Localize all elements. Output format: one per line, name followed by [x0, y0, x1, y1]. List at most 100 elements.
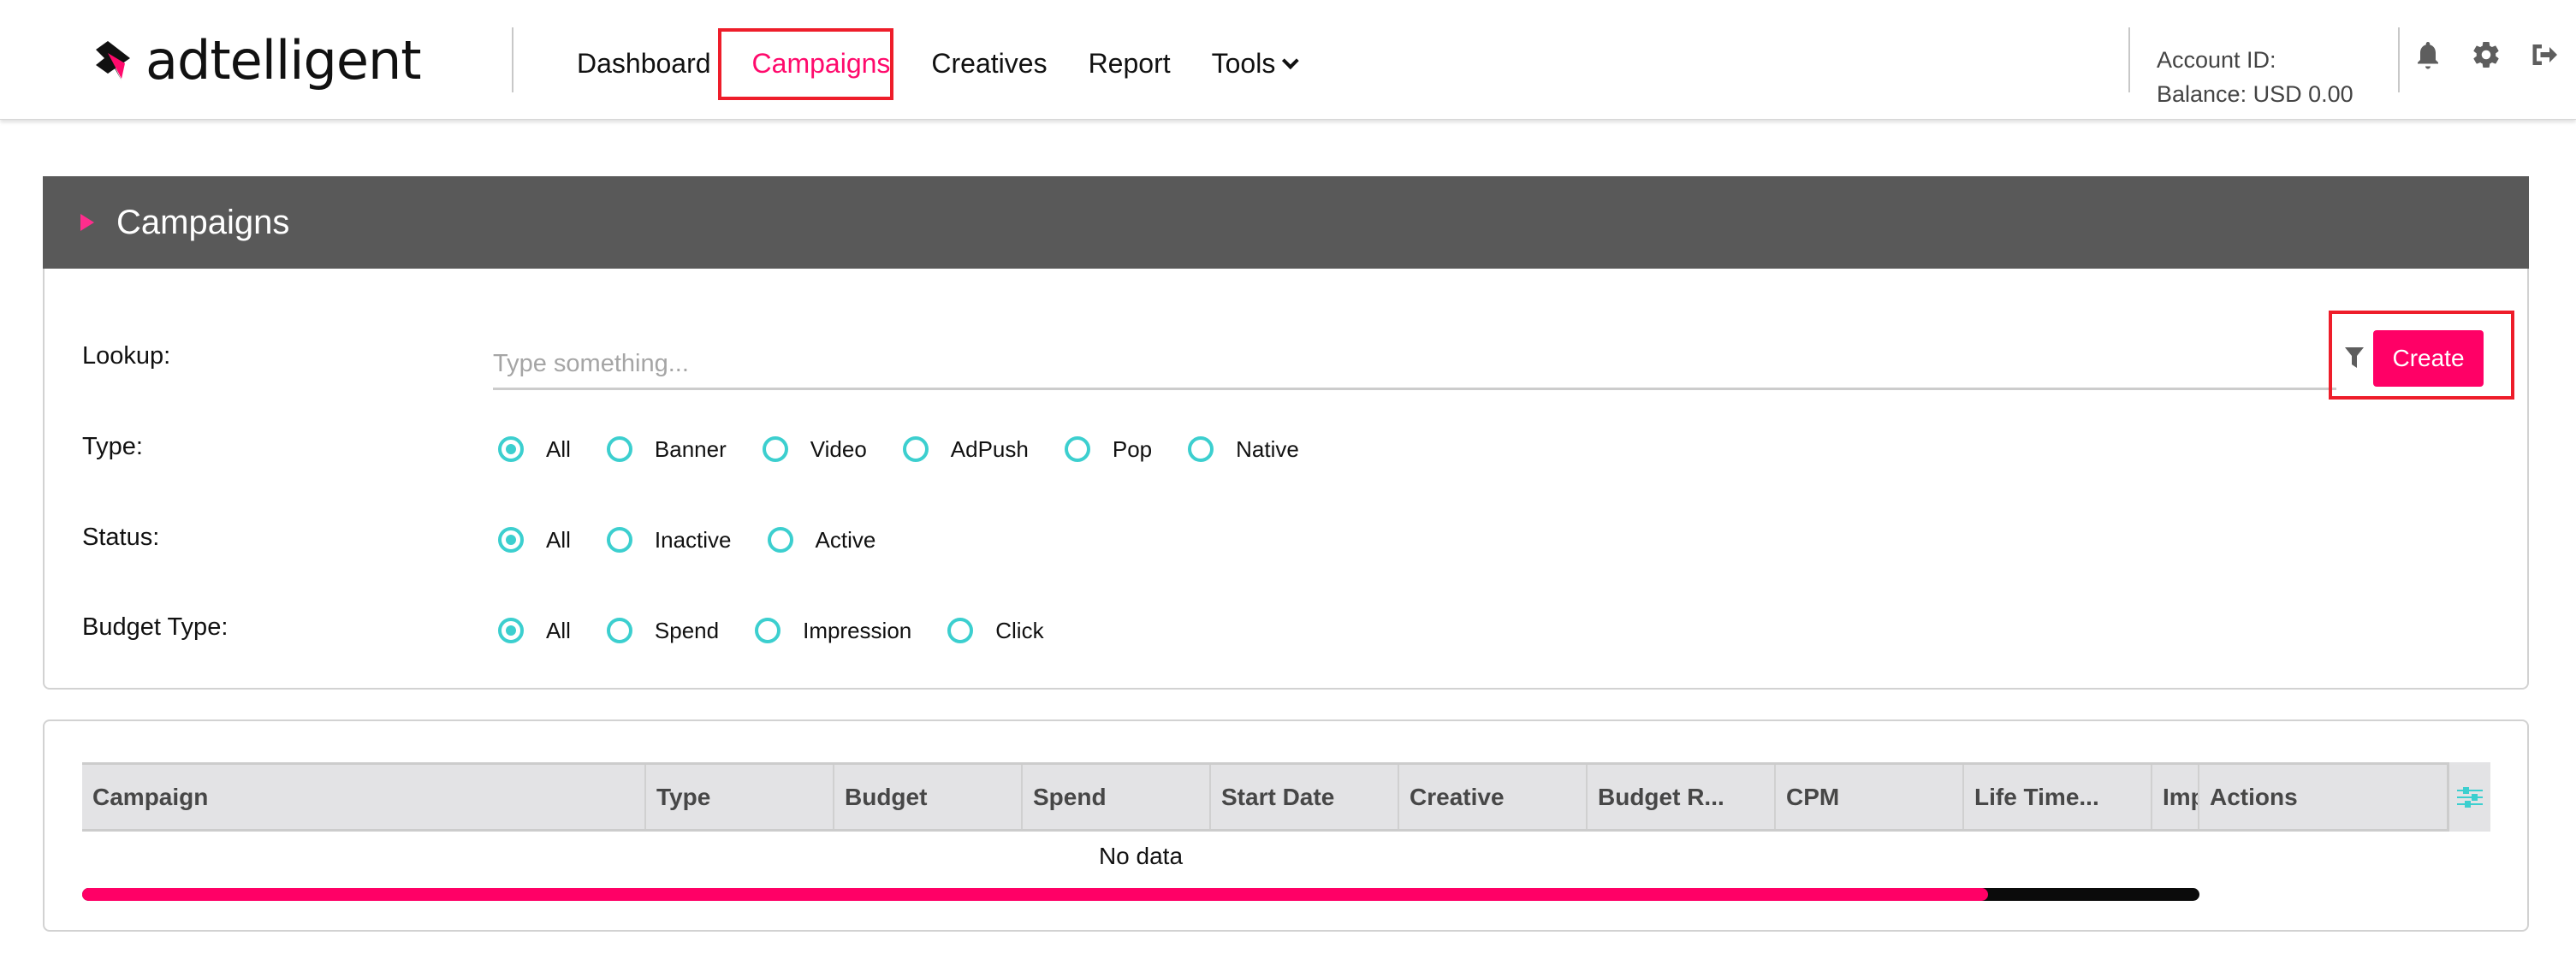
radio-unchecked-icon	[1188, 436, 1214, 462]
bell-icon	[2418, 42, 2438, 69]
radio-unchecked-icon	[767, 527, 793, 553]
status-radio-inactive[interactable]: Inactive	[606, 526, 732, 554]
column-header-creative[interactable]: Creative	[1399, 765, 1588, 829]
radio-label: Impression	[803, 617, 912, 643]
notifications-button[interactable]	[2412, 38, 2444, 72]
table-header-row: Campaign Type Budget Spend Start Date Cr…	[82, 762, 2449, 832]
empty-state-text: No data	[1098, 843, 1184, 869]
type-radio-banner[interactable]: Banner	[606, 435, 727, 463]
brand-name: adtelligent	[145, 29, 422, 92]
radio-unchecked-icon	[1064, 436, 1090, 462]
column-header-start-date[interactable]: Start Date	[1211, 765, 1399, 829]
status-radio-all[interactable]: All	[498, 527, 571, 554]
radio-label: Pop	[1112, 435, 1153, 462]
top-navbar: adtelligent Dashboard Campaigns Creative…	[0, 0, 2576, 120]
radio-unchecked-icon	[606, 436, 632, 462]
account-info: Account ID: Balance: USD 0.00	[2157, 43, 2353, 111]
radio-label: Video	[810, 435, 867, 462]
nav-tools-dropdown[interactable]: Tools	[1191, 27, 1315, 99]
main-nav: Dashboard Campaigns Creatives Report Too…	[556, 26, 1315, 101]
filter-icon[interactable]	[2345, 347, 2364, 368]
radio-label: AdPush	[950, 435, 1029, 462]
radio-unchecked-icon	[755, 618, 781, 643]
account-id: Account ID:	[2157, 43, 2353, 77]
budget-type-radio-group: All Spend Impression Click	[498, 613, 1080, 648]
status-radio-active[interactable]: Active	[767, 526, 876, 554]
header-divider	[2128, 27, 2130, 92]
radio-label: Native	[1236, 435, 1299, 462]
radio-label: Inactive	[654, 526, 732, 553]
radio-unchecked-icon	[606, 618, 632, 643]
filter-panel	[43, 269, 2529, 690]
column-settings-button[interactable]	[2449, 762, 2490, 832]
radio-label: Banner	[654, 435, 727, 462]
panel-title: Campaigns	[116, 203, 290, 241]
nav-campaigns[interactable]: Campaigns	[732, 27, 911, 99]
account-balance: Balance: USD 0.00	[2157, 81, 2353, 107]
radio-label: Active	[815, 526, 876, 553]
settings-button[interactable]	[2470, 38, 2502, 72]
radio-checked-icon	[498, 618, 524, 643]
radio-unchecked-icon	[762, 436, 788, 462]
radio-label: Spend	[654, 617, 720, 643]
header-divider	[2398, 27, 2400, 92]
status-label: Status:	[82, 524, 160, 551]
header-divider	[512, 27, 513, 92]
chevron-down-icon	[1282, 52, 1300, 70]
type-radio-native[interactable]: Native	[1188, 436, 1299, 463]
lookup-label: Lookup:	[82, 342, 171, 370]
radio-label: All	[546, 617, 571, 643]
type-radio-video[interactable]: Video	[762, 435, 867, 463]
nav-report-label: Report	[1088, 47, 1171, 79]
budget-type-radio-click[interactable]: Click	[947, 617, 1044, 644]
column-header-impressions[interactable]: Imp	[2152, 765, 2199, 829]
nav-tools-label: Tools	[1211, 47, 1276, 79]
radio-checked-icon	[498, 527, 524, 553]
panel-header[interactable]: Campaigns	[43, 176, 2529, 269]
type-radio-adpush[interactable]: AdPush	[902, 435, 1029, 463]
type-radio-all[interactable]: All	[498, 436, 571, 463]
nav-creatives-label: Creatives	[931, 47, 1048, 79]
column-header-type[interactable]: Type	[646, 765, 834, 829]
column-header-budget[interactable]: Budget	[834, 765, 1023, 829]
nav-dashboard-label: Dashboard	[577, 47, 711, 79]
account-id-label: Account ID:	[2157, 47, 2276, 73]
create-button[interactable]: Create	[2373, 330, 2484, 387]
column-header-campaign[interactable]: Campaign	[82, 765, 646, 829]
logout-icon	[2532, 44, 2557, 65]
column-header-lifetime[interactable]: Life Time...	[1964, 765, 2152, 829]
radio-label: All	[546, 526, 571, 553]
type-radio-group: All Banner Video AdPush Pop Native	[498, 432, 1335, 466]
budget-type-label: Budget Type:	[82, 613, 229, 641]
radio-unchecked-icon	[947, 618, 974, 643]
radio-label: Click	[995, 617, 1044, 643]
type-label: Type:	[82, 433, 143, 460]
radio-unchecked-icon	[902, 436, 929, 462]
column-header-budget-remaining[interactable]: Budget R...	[1588, 765, 1776, 829]
scrollbar-thumb[interactable]	[82, 888, 1988, 901]
nav-report[interactable]: Report	[1068, 27, 1191, 99]
logout-button[interactable]	[2528, 38, 2561, 72]
lookup-input[interactable]	[493, 340, 2336, 390]
radio-label: All	[546, 435, 571, 462]
radio-unchecked-icon	[606, 527, 632, 553]
nav-dashboard[interactable]: Dashboard	[556, 27, 732, 99]
brand-logo[interactable]: adtelligent	[96, 29, 422, 92]
budget-type-radio-all[interactable]: All	[498, 618, 571, 644]
status-radio-group: All Inactive Active	[498, 523, 911, 557]
logo-mark-icon	[96, 41, 130, 80]
radio-checked-icon	[498, 436, 524, 462]
nav-campaigns-label: Campaigns	[751, 47, 891, 79]
header-actions	[2412, 38, 2561, 72]
sliders-icon	[2457, 786, 2483, 808]
budget-type-radio-impression[interactable]: Impression	[755, 618, 911, 644]
horizontal-scrollbar[interactable]	[82, 888, 2199, 901]
column-header-cpm[interactable]: CPM	[1776, 765, 1964, 829]
nav-creatives[interactable]: Creatives	[911, 27, 1067, 99]
budget-type-radio-spend[interactable]: Spend	[606, 617, 720, 644]
column-header-spend[interactable]: Spend	[1023, 765, 1211, 829]
column-header-actions[interactable]: Actions	[2199, 765, 2449, 829]
gear-icon	[2473, 42, 2499, 68]
expand-triangle-icon[interactable]	[80, 214, 94, 231]
type-radio-pop[interactable]: Pop	[1064, 435, 1153, 463]
